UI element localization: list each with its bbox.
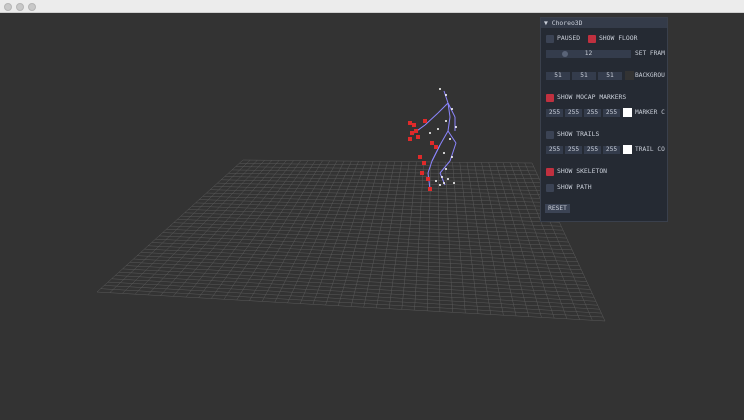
paused-label: PAUSED [557, 34, 581, 42]
trail-g-field[interactable]: 255 [565, 146, 582, 154]
show-floor-checkbox[interactable] [587, 34, 596, 43]
skeleton-bone [439, 160, 451, 174]
show-mocap-row: SHOW MOCAP MARKERS [546, 93, 626, 102]
mocap-marker-white [429, 132, 431, 134]
mocap-marker-white [439, 88, 441, 90]
mocap-marker-white [447, 178, 449, 180]
mocap-marker-white [435, 180, 437, 182]
mocap-marker-red [426, 177, 430, 181]
mocap-marker-red [414, 129, 418, 133]
mocap-marker-white [439, 184, 441, 186]
mocap-markers [408, 88, 457, 191]
mocap-marker-red [422, 161, 426, 165]
frame-value: 12 [584, 50, 593, 57]
show-mocap-checkbox[interactable] [546, 93, 554, 102]
mocap-marker-white [453, 182, 455, 184]
show-skeleton-row: SHOW SKELETON [546, 167, 607, 176]
show-path-checkbox[interactable] [546, 183, 554, 192]
show-trails-checkbox[interactable] [546, 130, 554, 139]
show-path-row: SHOW PATH [546, 183, 592, 192]
marker-color-label: MARKER C [635, 109, 665, 116]
background-g-field[interactable]: 51 [572, 72, 596, 80]
grid-line [488, 162, 530, 317]
background-label: BACKGROU [635, 72, 665, 79]
choreo3d-panel: ▼ Choreo3D PAUSED SHOW FLOOR 12 SET FRAM… [540, 17, 668, 222]
marker-r-field[interactable]: 255 [546, 109, 563, 117]
paused-checkbox[interactable] [546, 34, 554, 43]
panel-header[interactable]: ▼ Choreo3D [541, 18, 667, 28]
show-skeleton-label: SHOW SKELETON [557, 167, 608, 175]
trail-color-label: TRAIL CO [635, 146, 665, 153]
mocap-marker-white [441, 176, 443, 178]
mocap-marker-red [423, 119, 427, 123]
mocap-marker-red [410, 131, 414, 135]
grid-line [100, 288, 604, 318]
grid-line [96, 291, 606, 322]
maximize-window-button[interactable] [28, 3, 36, 11]
marker-g-field[interactable]: 255 [565, 109, 582, 117]
marker-color-swatch[interactable] [623, 108, 632, 117]
mocap-marker-red [428, 187, 432, 191]
show-mocap-label: SHOW MOCAP MARKERS [557, 93, 627, 101]
show-trails-row: SHOW TRAILS [546, 130, 599, 139]
skeleton-bone [427, 160, 433, 174]
mocap-marker-white [455, 126, 457, 128]
show-floor-label: SHOW FLOOR [598, 34, 638, 42]
minimize-window-button[interactable] [16, 3, 24, 11]
mocap-marker-red [416, 135, 420, 139]
skeleton-bone [443, 90, 449, 104]
mocap-marker-white [437, 128, 439, 130]
grid-line [111, 278, 598, 306]
show-trails-label: SHOW TRAILS [557, 130, 600, 138]
background-b-field[interactable]: 51 [598, 72, 622, 80]
frame-slider[interactable]: 12 [546, 50, 631, 58]
paused-row: PAUSED SHOW FLOOR [546, 34, 637, 43]
skeleton-bone [437, 102, 449, 114]
mocap-marker-white [445, 168, 447, 170]
mocap-marker-white [451, 108, 453, 110]
mocap-marker-red [434, 145, 438, 149]
marker-a-field[interactable]: 255 [603, 109, 620, 117]
triangle-down-icon[interactable]: ▼ [544, 19, 548, 27]
mocap-marker-red [430, 141, 434, 145]
skeleton-bone [439, 130, 449, 146]
grid-line [104, 285, 602, 314]
mocap-marker-red [408, 137, 412, 141]
background-color-swatch[interactable] [625, 71, 634, 80]
skeleton-bone [447, 130, 457, 144]
mocap-marker-red [412, 123, 416, 127]
slider-knob[interactable] [562, 51, 568, 57]
mocap-marker-white [445, 94, 447, 96]
mocap-marker-white [445, 120, 447, 122]
trail-color-swatch[interactable] [623, 145, 632, 154]
floor-grid [96, 159, 606, 322]
mocap-marker-white [443, 182, 445, 184]
trail-a-field[interactable]: 255 [603, 146, 620, 154]
mocap-marker-white [443, 152, 445, 154]
mocap-marker-red [408, 121, 412, 125]
show-skeleton-checkbox[interactable] [546, 167, 554, 176]
background-r-field[interactable]: 51 [546, 72, 570, 80]
close-window-button[interactable] [4, 3, 12, 11]
mocap-marker-white [449, 138, 451, 140]
set-frame-label: SET FRAM [635, 50, 665, 57]
mocap-marker-white [451, 156, 453, 158]
mocap-marker-red [418, 155, 422, 159]
mocap-marker-red [420, 171, 424, 175]
marker-b-field[interactable]: 255 [584, 109, 601, 117]
reset-button[interactable]: RESET [545, 204, 570, 213]
trail-b-field[interactable]: 255 [584, 146, 601, 154]
window-titlebar [0, 0, 744, 13]
skeleton-bone [449, 142, 457, 162]
show-path-label: SHOW PATH [557, 183, 592, 191]
trail-r-field[interactable]: 255 [546, 146, 563, 154]
skeleton-bone [447, 116, 451, 132]
panel-title: Choreo3D [551, 19, 583, 27]
